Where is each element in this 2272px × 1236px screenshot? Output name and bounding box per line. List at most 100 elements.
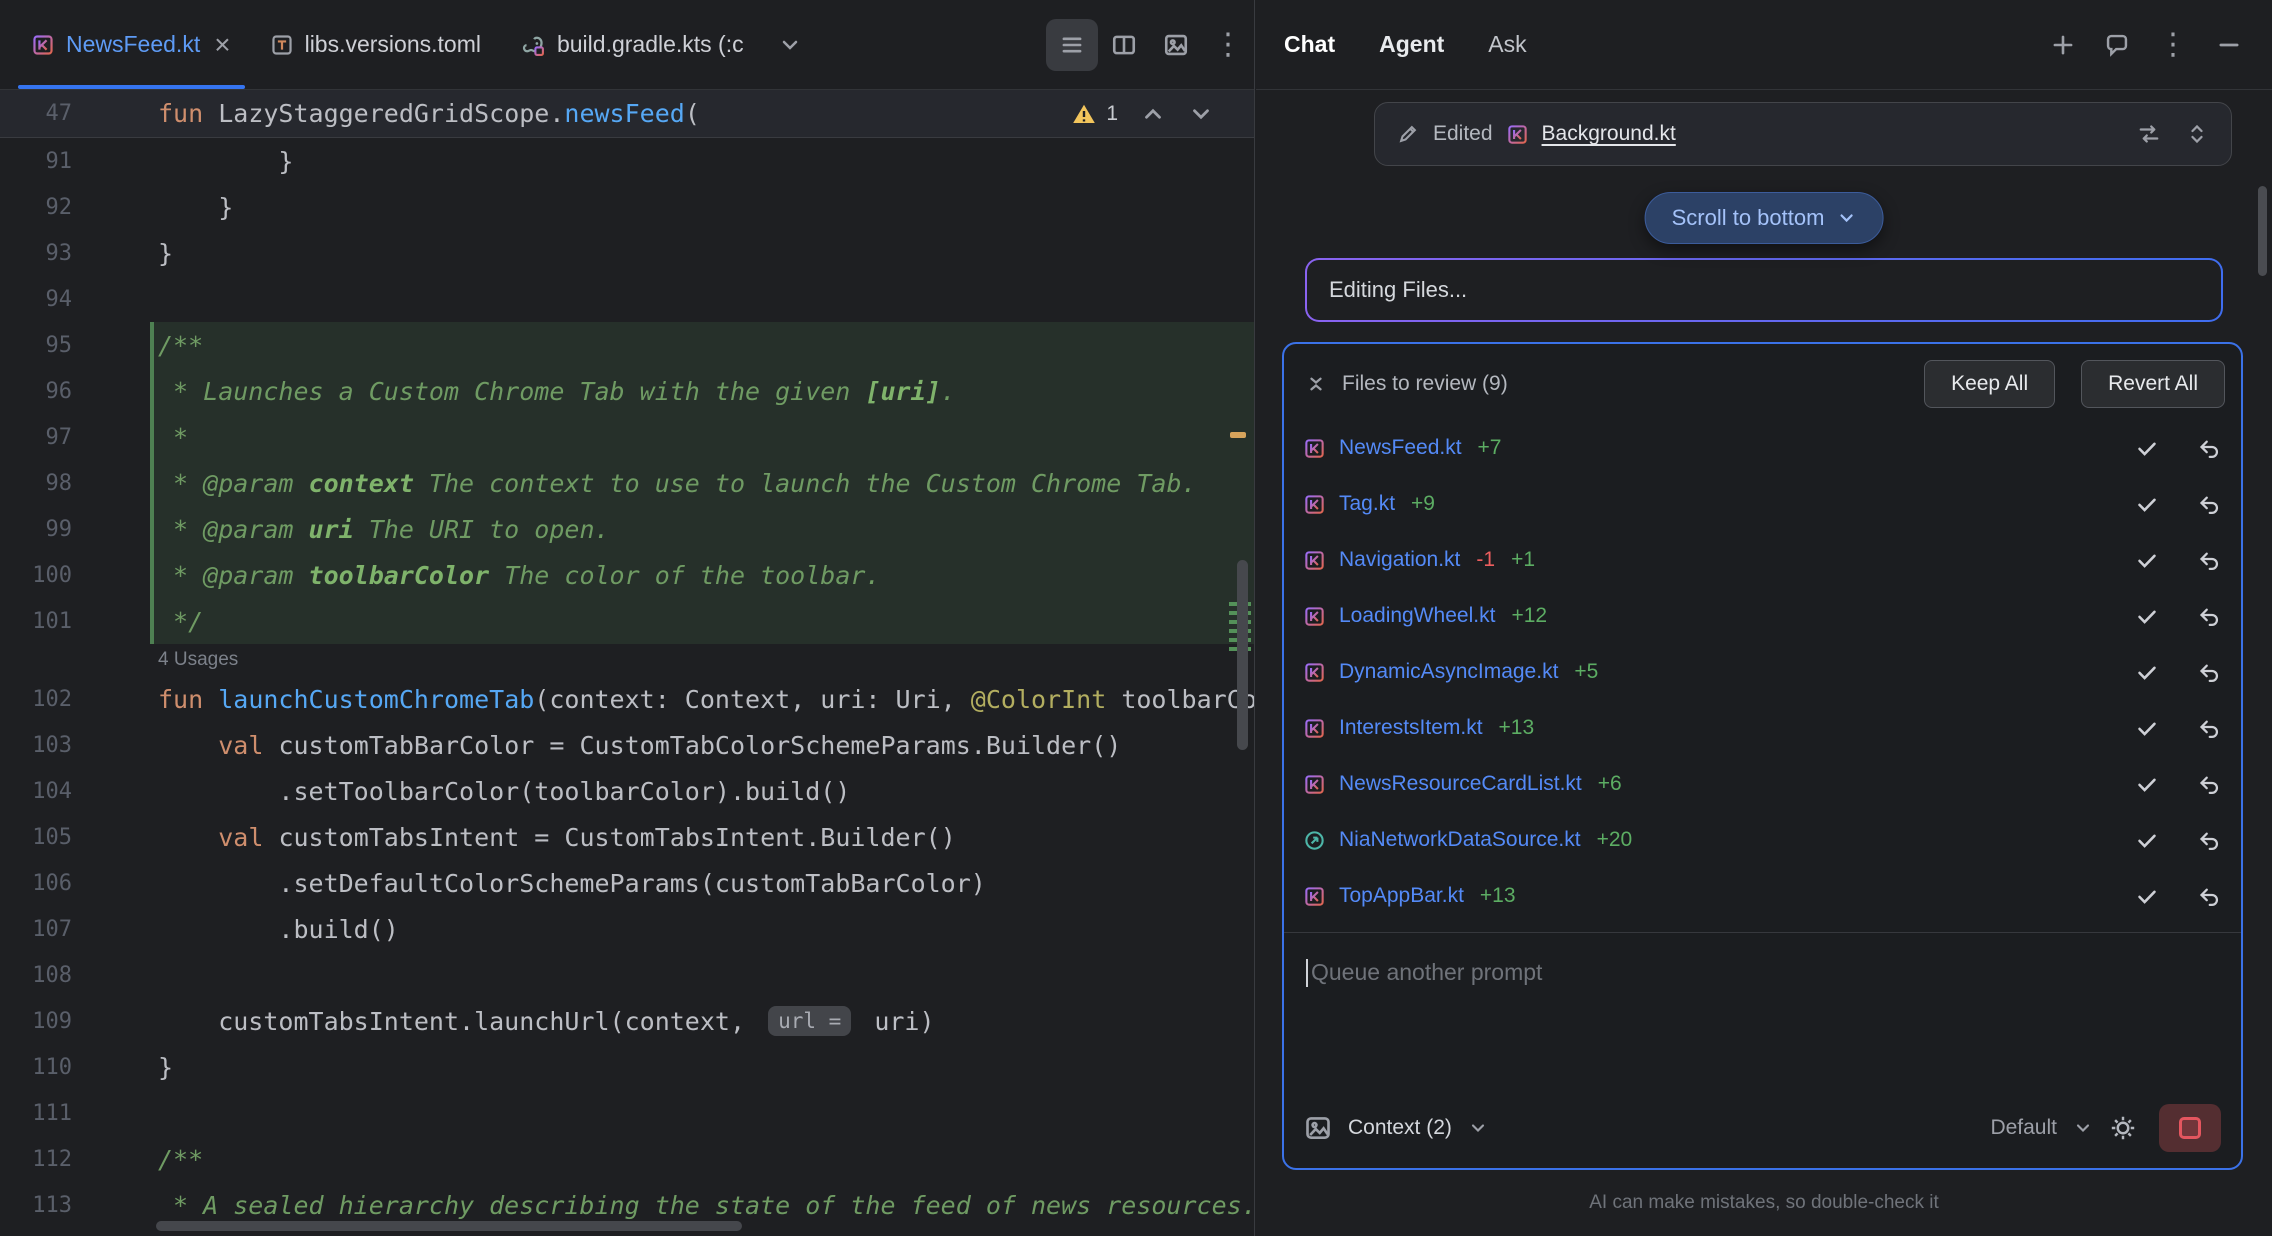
attach-image-icon[interactable] <box>1304 1114 1332 1142</box>
editor-horizontal-scrollbar[interactable] <box>156 1221 742 1231</box>
editor-vertical-scrollbar[interactable] <box>1237 560 1248 750</box>
code-line: 102fun launchCustomChromeTab(context: Co… <box>0 676 1254 722</box>
file-name[interactable]: Tag.kt <box>1339 492 1395 516</box>
code-line: 99 * @param uri The URI to open. <box>0 506 1254 552</box>
context-chip[interactable]: Context (2) <box>1348 1116 1452 1140</box>
collapse-icon[interactable] <box>1304 372 1328 396</box>
file-added: +9 <box>1411 492 1435 516</box>
split-editor-icon[interactable] <box>1098 19 1150 71</box>
keep-check-icon[interactable] <box>2135 772 2159 796</box>
editor-options-kebab-icon[interactable]: ⋮ <box>1202 19 1254 71</box>
hide-panel-icon[interactable] <box>2216 32 2242 58</box>
file-review-row[interactable]: NewsFeed.kt +7 <box>1284 420 2241 476</box>
keep-check-icon[interactable] <box>2135 828 2159 852</box>
keep-check-icon[interactable] <box>2135 884 2159 908</box>
context-chevron-icon[interactable] <box>1468 1118 1488 1138</box>
revert-undo-icon[interactable] <box>2197 772 2221 796</box>
file-name[interactable]: NewsResourceCardList.kt <box>1339 772 1582 796</box>
expand-collapse-icon[interactable] <box>2185 122 2209 146</box>
warning-icon[interactable] <box>1072 102 1096 126</box>
keep-check-icon[interactable] <box>2135 660 2159 684</box>
stop-button[interactable] <box>2159 1104 2221 1152</box>
open-diff-icon[interactable] <box>2137 122 2161 146</box>
status-editing-files[interactable]: Editing Files... <box>1305 258 2223 322</box>
tab-libs-versions-toml[interactable]: libs.versions.toml <box>251 0 501 89</box>
file-name[interactable]: DynamicAsyncImage.kt <box>1339 660 1558 684</box>
editor-pane: NewsFeed.kt × libs.versions.toml build.g… <box>0 0 1255 1236</box>
code-line: 106 .setDefaultColorSchemeParams(customT… <box>0 860 1254 906</box>
review-title: Files to review (9) <box>1342 372 1508 396</box>
keep-check-icon[interactable] <box>2135 604 2159 628</box>
scrollbar-warning-mark <box>1230 432 1246 438</box>
code-line: 108 <box>0 952 1254 998</box>
file-review-row[interactable]: Navigation.kt -1 +1 <box>1284 532 2241 588</box>
file-added: +12 <box>1511 604 1547 628</box>
file-review-row[interactable]: NiaNetworkDataSource.kt +20 <box>1284 812 2241 868</box>
image-preview-icon[interactable] <box>1150 19 1202 71</box>
file-name[interactable]: NewsFeed.kt <box>1339 436 1462 460</box>
tab-list-chevron-icon[interactable] <box>764 19 816 71</box>
chat-scrollbar[interactable] <box>2258 186 2267 276</box>
tab-build-gradle-kts[interactable]: build.gradle.kts (:c <box>501 0 764 89</box>
keep-check-icon[interactable] <box>2135 716 2159 740</box>
new-chat-plus-icon[interactable] <box>2050 32 2076 58</box>
revert-undo-icon[interactable] <box>2197 492 2221 516</box>
revert-undo-icon[interactable] <box>2197 660 2221 684</box>
keep-check-icon[interactable] <box>2135 436 2159 460</box>
usages-inlay-hint[interactable]: 4 Usages <box>0 644 1254 676</box>
code-line: 93} <box>0 230 1254 276</box>
revert-undo-icon[interactable] <box>2197 716 2221 740</box>
keep-all-button[interactable]: Keep All <box>1924 360 2055 408</box>
kotlin-file-icon <box>1304 718 1325 739</box>
code-line: 107 .build() <box>0 906 1254 952</box>
next-problem-chevron-icon[interactable] <box>1188 101 1214 127</box>
file-name[interactable]: Navigation.kt <box>1339 548 1460 572</box>
sticky-line-number: 47 <box>0 101 150 126</box>
revert-undo-icon[interactable] <box>2197 436 2221 460</box>
model-chevron-icon[interactable] <box>2073 1118 2093 1138</box>
edited-file-card[interactable]: Edited Background.kt <box>1374 102 2232 166</box>
file-review-row[interactable]: TopAppBar.kt +13 <box>1284 868 2241 924</box>
pencil-icon <box>1397 123 1419 145</box>
keep-check-icon[interactable] <box>2135 548 2159 572</box>
ai-chat-panel: Chat Agent Ask ⋮ <box>1256 0 2272 1236</box>
file-name[interactable]: NiaNetworkDataSource.kt <box>1339 828 1581 852</box>
file-added: +5 <box>1574 660 1598 684</box>
tab-agent[interactable]: Agent <box>1379 31 1444 58</box>
file-review-row[interactable]: NewsResourceCardList.kt +6 <box>1284 756 2241 812</box>
code-line: 98 * @param context The context to use t… <box>0 460 1254 506</box>
revert-undo-icon[interactable] <box>2197 884 2221 908</box>
chat-options-kebab-icon[interactable]: ⋮ <box>2158 27 2188 62</box>
edited-file-link[interactable]: Background.kt <box>1542 122 1676 146</box>
file-review-row[interactable]: LoadingWheel.kt +12 <box>1284 588 2241 644</box>
file-review-row[interactable]: InterestsItem.kt +13 <box>1284 700 2241 756</box>
file-name[interactable]: InterestsItem.kt <box>1339 716 1483 740</box>
ide-window: NewsFeed.kt × libs.versions.toml build.g… <box>0 0 2272 1236</box>
kotlin-file-icon <box>1304 550 1325 571</box>
file-added: +13 <box>1499 716 1535 740</box>
tab-chat[interactable]: Chat <box>1284 31 1335 58</box>
prev-problem-chevron-icon[interactable] <box>1140 101 1166 127</box>
file-review-row[interactable]: Tag.kt +9 <box>1284 476 2241 532</box>
review-header: Files to review (9) Keep All Revert All <box>1284 344 2241 420</box>
code-line: 109 customTabsIntent.launchUrl(context, … <box>0 998 1254 1044</box>
settings-gear-icon[interactable] <box>2109 1114 2137 1142</box>
model-selector[interactable]: Default <box>1990 1116 2057 1140</box>
structure-view-icon[interactable] <box>1046 19 1098 71</box>
close-tab-icon[interactable]: × <box>214 31 230 59</box>
kotlin-file-icon <box>1304 886 1325 907</box>
keep-check-icon[interactable] <box>2135 492 2159 516</box>
file-name[interactable]: LoadingWheel.kt <box>1339 604 1495 628</box>
tab-ask[interactable]: Ask <box>1488 31 1526 58</box>
revert-undo-icon[interactable] <box>2197 548 2221 572</box>
file-review-row[interactable]: DynamicAsyncImage.kt +5 <box>1284 644 2241 700</box>
sticky-context-line[interactable]: 47 fun LazyStaggeredGridScope.newsFeed( … <box>0 90 1254 138</box>
chat-history-icon[interactable] <box>2104 32 2130 58</box>
prompt-input[interactable]: Queue another prompt <box>1284 933 2241 1096</box>
revert-undo-icon[interactable] <box>2197 828 2221 852</box>
file-name[interactable]: TopAppBar.kt <box>1339 884 1464 908</box>
revert-undo-icon[interactable] <box>2197 604 2221 628</box>
tab-newsfeed-kt[interactable]: NewsFeed.kt × <box>12 0 251 89</box>
scroll-to-bottom-button[interactable]: Scroll to bottom <box>1645 192 1884 244</box>
revert-all-button[interactable]: Revert All <box>2081 360 2225 408</box>
